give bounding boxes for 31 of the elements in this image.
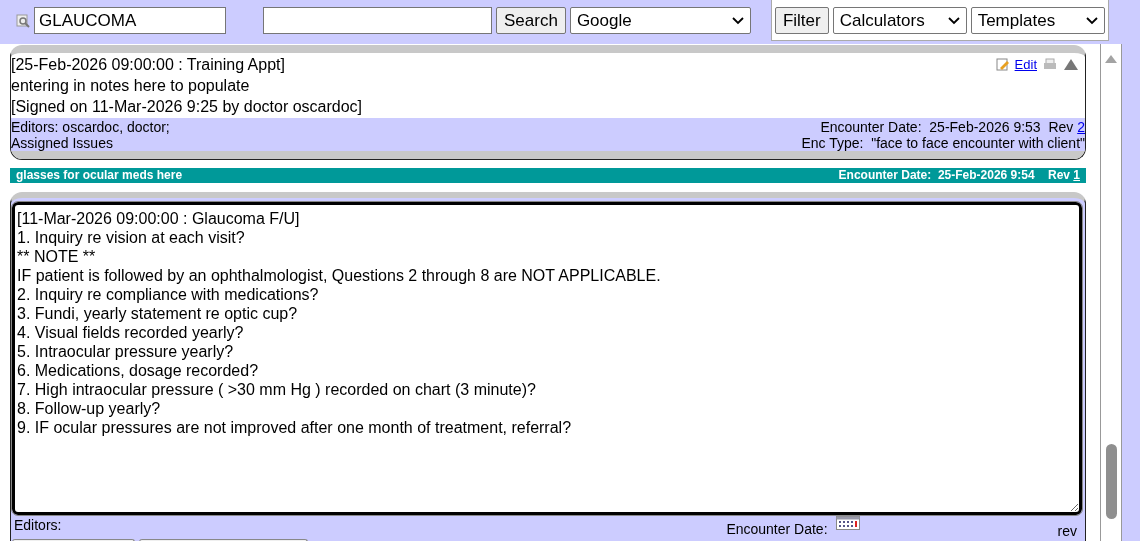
assigned-issues-text: Assigned Issues [11,135,114,151]
encounter-type-text: Enc Type: "face to face encounter with client" [801,135,1085,151]
dropdown-caret-icon [731,16,744,25]
note-title: glasses for ocular meds here [16,169,183,183]
search-button[interactable]: Search [496,7,566,34]
calendar-icon[interactable] [835,516,860,530]
collapse-arrow-icon[interactable] [1063,57,1079,71]
search-icon [16,13,30,28]
encounter-date-text: Encounter Date: 25-Feb-2026 9:53 Rev 2 [820,119,1085,135]
dropdown-caret-icon [947,16,960,25]
web-search-field[interactable] [263,7,492,34]
search-engine-select[interactable]: Google [569,7,751,34]
note-text: entering in notes here to populate [11,76,251,95]
editors-text: Editors: oscardoc, doctor; [11,119,170,135]
note-text-field[interactable]: [11-Mar-2026 09:00:00 : Glaucoma F/U] 1. Inquiry re vision at each visit? ** NOTE ** IF patient is followed by an ophthalmologist, Questions 2 through 8 are NOT APPLICABLE. 2. Inquiry re compliance with medications? 3. Fundi, yearly statement re optic cup? 4. Visual fields recorded yearly? 5. Intraocular pressure yearly? 6. Medications, dosage recorded? 7. High intraocular pressure ( >30 mm Hg ) recorded on chart (3 minute)? 8. Follow-up yearly? 9. IF ocular pressures are not improved after one month of treatment, referral? [12,202,1082,515]
note-text: [25-Feb-2026 09:00:00 : Training Appt] [11,55,286,74]
revision-text: rev [1057,522,1077,539]
encounter-date-text: Encounter Date: 25-Feb-2026 9:54 Rev 1 [838,169,1080,183]
edit-icon [995,57,1009,71]
edit-link[interactable]: Edit [1014,56,1037,72]
dropdown-caret-icon [1085,16,1098,25]
filter-button[interactable]: Filter [774,7,829,34]
quick-search-field[interactable]: GLAUCOMA [34,7,226,34]
calculators-select[interactable]: Calculators [832,7,967,34]
encounter-date-label: Encounter Date: [726,521,828,537]
scroll-up-icon[interactable] [1104,54,1118,64]
editors-text: Editors: [14,517,62,533]
revision-link[interactable]: 2 [1077,119,1085,135]
scrollbar-thumb[interactable] [1105,444,1117,519]
templates-select[interactable]: Templates [970,7,1105,34]
note-text: [Signed on 11-Mar-2026 9:25 by doctor oscardoc] [11,97,363,116]
